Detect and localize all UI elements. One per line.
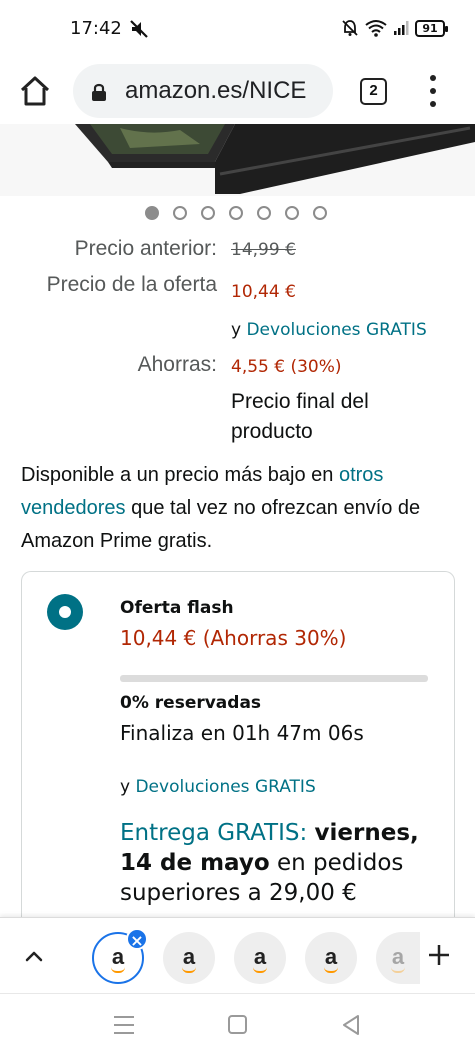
availability-text: Disponible a un precio más bajo en otros…	[21, 459, 461, 558]
add-icon[interactable]	[424, 940, 454, 970]
wifi-icon	[365, 20, 387, 37]
flash-offer-card[interactable]: Oferta flash 10,44 € (Ahorras 30%) 0% re…	[21, 571, 455, 931]
savings-value: 4,55 € (30%)	[231, 357, 342, 377]
amazon-icon: a	[385, 945, 411, 973]
address-bar[interactable]: amazon.es/NICE	[73, 64, 333, 118]
offer-price: 10,44 € (Ahorras 30%)	[120, 626, 347, 650]
back-icon[interactable]	[340, 1013, 362, 1037]
free-returns-link[interactable]: Devoluciones GRATIS	[246, 320, 426, 340]
alarm-off-icon	[342, 20, 358, 36]
mute-icon	[130, 20, 148, 38]
tab-thumbnail[interactable]: a	[305, 932, 357, 984]
url-text: amazon.es/NICE	[125, 77, 307, 104]
card-returns-prefix: y	[120, 777, 131, 797]
product-photo	[0, 124, 475, 196]
battery-icon: 91	[415, 19, 448, 37]
amazon-icon: a	[176, 945, 202, 973]
amazon-icon: a	[105, 945, 131, 973]
recent-apps-icon[interactable]	[114, 1016, 134, 1034]
tab-thumbnail[interactable]: a	[163, 932, 215, 984]
amazon-icon: a	[318, 945, 344, 973]
savings-label: Ahorras:	[137, 353, 217, 376]
offer-price-label: Precio de la oferta	[46, 273, 217, 296]
carousel-dot[interactable]	[285, 206, 299, 220]
carousel-dot[interactable]	[173, 206, 187, 220]
status-time: 17:42	[70, 18, 122, 39]
carousel-dot[interactable]	[313, 206, 327, 220]
overflow-menu-icon[interactable]	[424, 75, 442, 107]
signal-icon	[394, 21, 409, 35]
system-nav-bar	[0, 993, 475, 1056]
home-icon[interactable]	[18, 74, 52, 108]
offer-radio-selected[interactable]	[47, 594, 83, 630]
carousel-dots	[145, 206, 327, 220]
delivery-info: Entrega GRATIS: viernes, 14 de mayo en p…	[120, 818, 440, 908]
home-nav-icon[interactable]	[228, 1015, 247, 1034]
reserved-progress-bar	[120, 675, 428, 682]
tab-thumbnail[interactable]: a	[234, 932, 286, 984]
previous-price-value: 14,99 €	[231, 240, 296, 260]
free-delivery-link[interactable]: Entrega GRATIS:	[120, 820, 307, 846]
product-image[interactable]	[0, 124, 475, 196]
card-returns-line: y Devoluciones GRATIS	[120, 777, 316, 797]
status-icons: 91	[341, 19, 448, 37]
offer-title: Oferta flash	[120, 598, 234, 618]
final-price-note: Precio final del producto	[231, 390, 369, 443]
carousel-dot[interactable]	[201, 206, 215, 220]
browser-toolbar: amazon.es/NICE 2	[0, 58, 475, 124]
offer-price-value: 10,44 €	[231, 282, 296, 302]
tab-thumbnail-active[interactable]: a ×	[92, 928, 148, 984]
tab-thumbnail-partial[interactable]: a	[376, 932, 420, 984]
previous-price-label: Precio anterior:	[74, 237, 217, 260]
chevron-up-icon[interactable]	[22, 944, 46, 968]
status-bar: 17:42 91	[0, 0, 475, 58]
close-icon[interactable]: ×	[126, 928, 148, 950]
tab-strip: a × a a a a	[0, 917, 475, 993]
card-free-returns-link[interactable]: Devoluciones GRATIS	[135, 777, 315, 797]
carousel-dot[interactable]	[257, 206, 271, 220]
carousel-dot[interactable]	[145, 206, 159, 220]
carousel-dot[interactable]	[229, 206, 243, 220]
availability-prefix: Disponible a un precio más bajo en	[21, 464, 339, 486]
lock-icon	[92, 83, 106, 101]
tab-switcher-button[interactable]: 2	[360, 78, 387, 105]
returns-prefix: y	[231, 320, 242, 340]
returns-line: y Devoluciones GRATIS	[231, 320, 427, 340]
reserved-text: 0% reservadas	[120, 693, 262, 713]
countdown-text: Finaliza en 01h 47m 06s	[120, 721, 364, 745]
amazon-icon: a	[247, 945, 273, 973]
